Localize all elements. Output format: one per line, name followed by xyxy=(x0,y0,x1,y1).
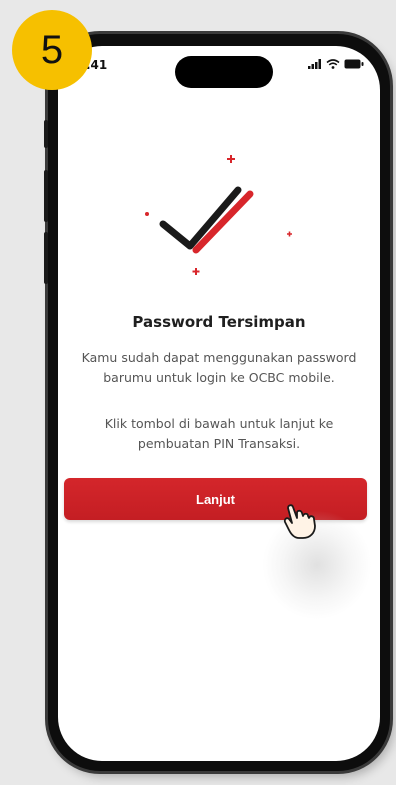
step-number-badge: 5 xyxy=(12,10,92,90)
battery-icon xyxy=(344,59,364,69)
next-step-message: Klik tombol di bawah untuk lanjut ke pem… xyxy=(104,416,334,451)
success-title: Password Tersimpan xyxy=(132,313,306,331)
status-icons xyxy=(308,59,364,69)
tap-hand-icon xyxy=(283,504,316,539)
checkmark-icon xyxy=(145,155,292,275)
side-button-left-3 xyxy=(44,232,48,284)
signal-icon xyxy=(308,59,321,69)
side-button-left-1 xyxy=(44,120,48,148)
success-message: Kamu sudah dapat menggunakan password ba… xyxy=(81,350,357,385)
dynamic-island xyxy=(175,56,273,88)
side-button-left-2 xyxy=(44,170,48,222)
phone-screen: .41 Password Tersimpan Kamu sudah dapat … xyxy=(58,46,380,761)
wifi-icon xyxy=(326,59,340,69)
